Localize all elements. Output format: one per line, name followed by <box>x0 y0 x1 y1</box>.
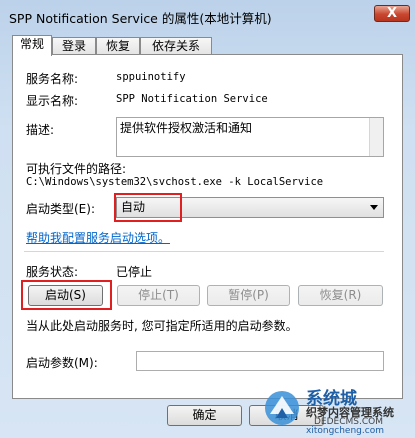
description-scrollbar[interactable] <box>369 118 383 156</box>
watermark-text-4: xitongcheng.com <box>306 426 384 436</box>
title-bar: SPP Notification Service 的属性(本地计算机) X <box>0 0 415 30</box>
display-name-value: SPP Notification Service <box>116 93 268 105</box>
exe-path-label: 可执行文件的路径: <box>26 162 127 176</box>
display-name-label: 显示名称: <box>26 94 79 108</box>
description-label: 描述: <box>26 123 55 137</box>
tab-recovery[interactable]: 恢复 <box>96 37 140 55</box>
hint-text: 当从此处启动服务时, 您可指定所适用的启动参数。 <box>26 319 298 333</box>
params-label: 启动参数(M): <box>26 356 98 370</box>
tab-logon[interactable]: 登录 <box>52 37 96 55</box>
description-text: 提供软件授权激活和通知 <box>120 121 253 135</box>
close-button[interactable]: X <box>374 5 410 22</box>
stop-button[interactable]: 停止(T) <box>117 285 200 306</box>
chevron-down-icon <box>370 205 378 210</box>
service-name-label: 服务名称: <box>26 72 79 86</box>
watermark: 系统城 织梦内容管理系统 DEDECMS.COM xitongcheng.com <box>262 384 412 436</box>
ok-button[interactable]: 确定 <box>167 405 242 426</box>
service-name-value: sppuinotify <box>116 71 186 83</box>
tab-general[interactable]: 常规 <box>12 35 52 56</box>
watermark-logo-icon <box>265 391 299 425</box>
status-label: 服务状态: <box>26 265 79 279</box>
window-title: SPP Notification Service 的属性(本地计算机) <box>9 11 272 26</box>
status-value: 已停止 <box>116 265 153 279</box>
description-box[interactable]: 提供软件授权激活和通知 <box>116 117 384 157</box>
help-link[interactable]: 帮助我配置服务启动选项。 <box>26 229 170 246</box>
params-input[interactable] <box>136 351 384 371</box>
pause-button[interactable]: 暂停(P) <box>207 285 290 306</box>
tab-dependencies[interactable]: 依存关系 <box>140 37 212 55</box>
highlight-start-button <box>21 280 112 310</box>
startup-type-label: 启动类型(E): <box>26 202 95 216</box>
highlight-startup-type <box>114 193 182 222</box>
separator <box>24 251 384 252</box>
resume-button[interactable]: 恢复(R) <box>298 285 383 306</box>
exe-path-value: C:\Windows\system32\svchost.exe -k Local… <box>26 176 324 188</box>
